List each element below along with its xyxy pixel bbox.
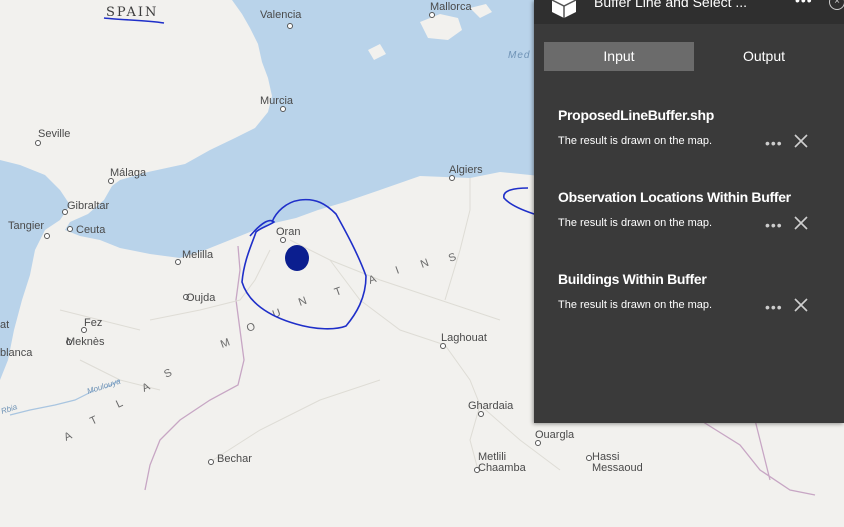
city-label: Mallorca <box>430 1 472 13</box>
sea-label: Med <box>508 50 530 61</box>
city-label: Ouargla <box>535 429 575 441</box>
city-label: Valencia <box>260 9 302 21</box>
country-label-spain: SPAIN <box>106 5 158 20</box>
city-label: Seville <box>38 128 70 140</box>
result-description: The result is drawn on the map. <box>558 135 713 147</box>
result-title[interactable]: Buildings Within Buffer <box>558 271 707 287</box>
city-label: blanca <box>0 347 33 359</box>
city-label: Melilla <box>182 249 214 261</box>
close-icon[interactable] <box>793 297 809 313</box>
tab-output[interactable]: Output <box>694 42 834 71</box>
widget-panel: Buffer Line and Select ... ••• × Input O… <box>534 0 844 423</box>
close-icon[interactable] <box>793 215 809 231</box>
more-options-icon[interactable]: ••• <box>765 299 783 315</box>
city-label: Málaga <box>110 167 147 179</box>
city-label: at <box>0 319 9 331</box>
tab-input[interactable]: Input <box>544 42 694 71</box>
city-label: Tangier <box>8 220 44 232</box>
result-description: The result is drawn on the map. <box>558 299 713 311</box>
city-label: Bechar <box>217 453 252 465</box>
city-label: Oujda <box>186 292 216 304</box>
result-title[interactable]: ProposedLineBuffer.shp <box>558 107 714 123</box>
more-options-icon[interactable]: ••• <box>765 135 783 151</box>
city-label: Fez <box>84 317 102 329</box>
result-item: ProposedLineBuffer.shp The result is dra… <box>534 107 844 167</box>
more-options-icon[interactable]: ••• <box>795 0 813 8</box>
result-item: Buildings Within Buffer The result is dr… <box>534 271 844 331</box>
city-label: Ghardaia <box>468 400 514 412</box>
city-label: Ceuta <box>76 224 106 236</box>
city-label: Gibraltar <box>67 200 110 212</box>
tab-bar: Input Output <box>544 42 834 71</box>
result-title[interactable]: Observation Locations Within Buffer <box>558 189 791 205</box>
result-description: The result is drawn on the map. <box>558 217 713 229</box>
city-label: Oran <box>276 226 300 238</box>
city-label: Hassi Messaoud <box>592 452 643 474</box>
close-icon[interactable] <box>793 133 809 149</box>
city-label: Metlili Chaamba <box>478 452 526 474</box>
city-label: Laghouat <box>441 332 487 344</box>
buffer-tool-icon <box>551 0 577 18</box>
widget-title: Buffer Line and Select ... <box>594 0 748 10</box>
more-options-icon[interactable]: ••• <box>765 217 783 233</box>
city-label: Meknès <box>66 336 105 348</box>
result-item: Observation Locations Within Buffer The … <box>534 189 844 249</box>
city-label: Murcia <box>260 95 294 107</box>
city-label: Algiers <box>449 164 483 176</box>
